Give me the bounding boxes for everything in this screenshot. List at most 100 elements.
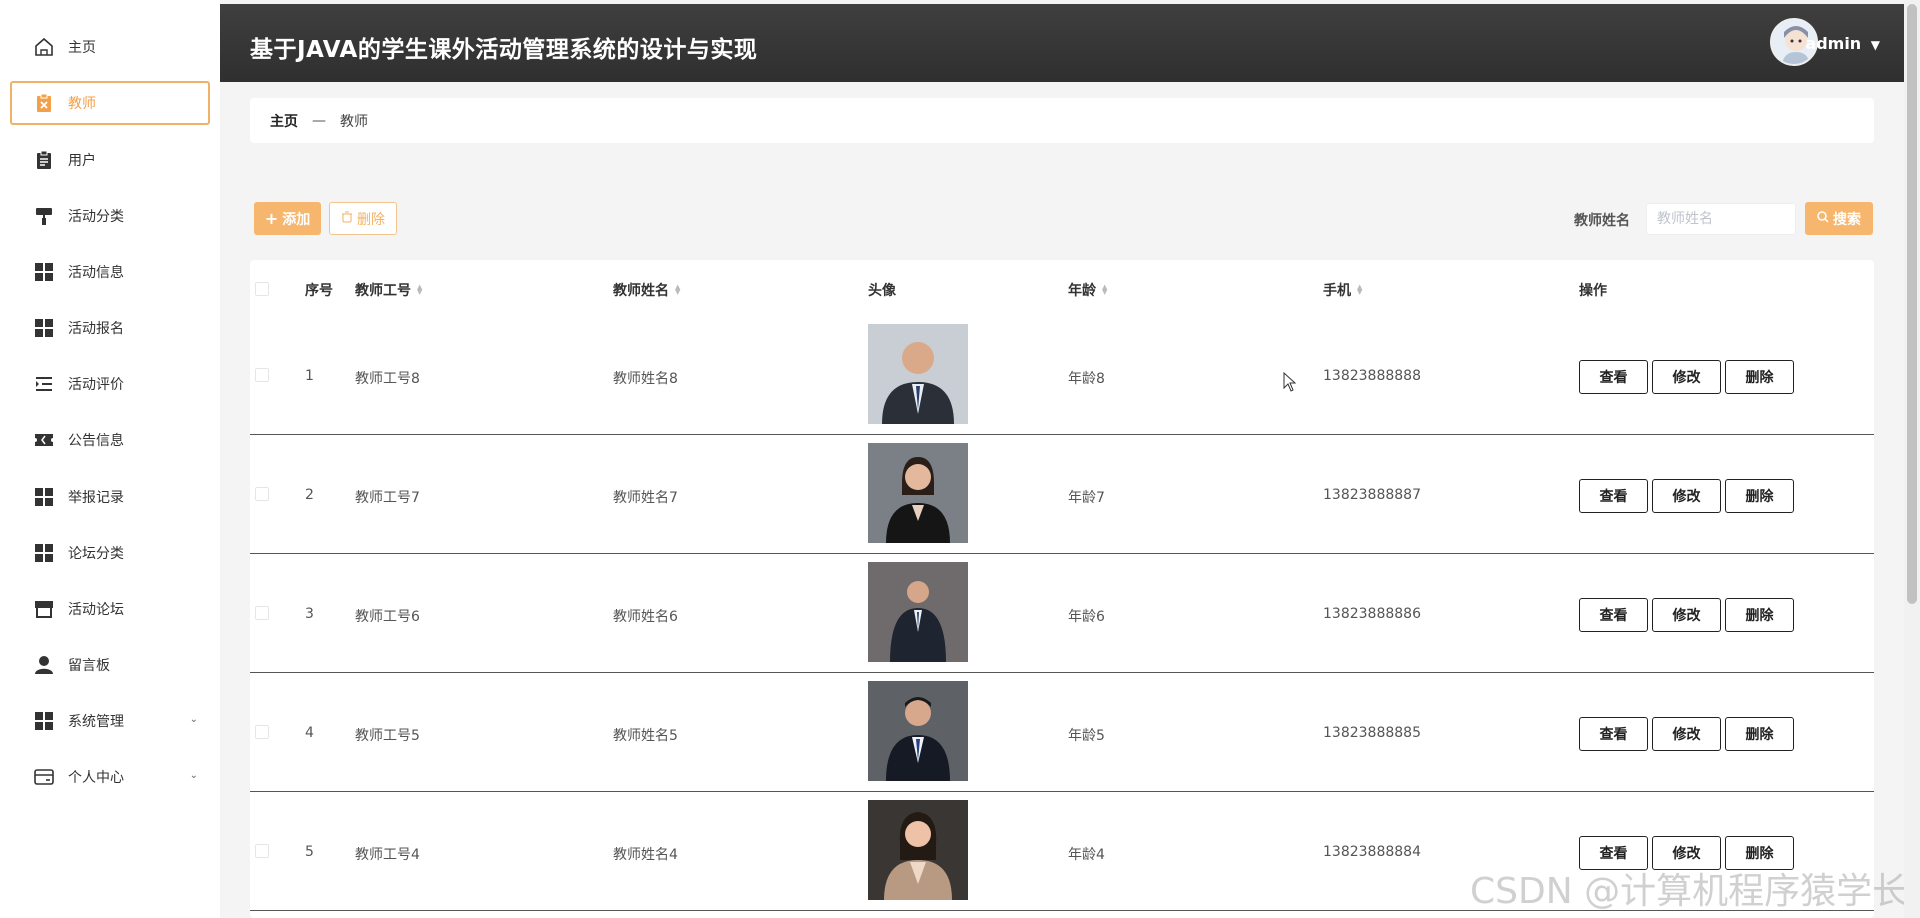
sidebar-item-label: 公告信息 — [68, 433, 124, 449]
cell-age: 年龄8 — [1068, 371, 1105, 387]
cell-teacher-name: 教师姓名7 — [613, 490, 678, 506]
sort-icon[interactable]: ▲ ▼ — [1102, 284, 1107, 296]
sidebar-item-activity-info[interactable]: 活动信息 — [10, 250, 210, 294]
cell-phone: 13823888887 — [1323, 487, 1421, 503]
cell-index: 5 — [305, 844, 314, 860]
clipboard-icon — [33, 149, 55, 171]
breadcrumb-home[interactable]: 主页 — [270, 111, 298, 131]
row-checkbox[interactable] — [255, 606, 269, 620]
home-icon — [33, 36, 55, 58]
cell-teacher-name: 教师姓名4 — [613, 847, 678, 863]
view-button[interactable]: 查看 — [1579, 360, 1648, 394]
teacher-name-search-input[interactable] — [1646, 203, 1796, 235]
edit-button[interactable]: 修改 — [1652, 479, 1721, 513]
sidebar-item-system-manage[interactable]: 系统管理 ⌄ — [10, 699, 210, 743]
delete-button[interactable]: 删除 — [1725, 717, 1794, 751]
mouse-cursor-icon — [1283, 371, 1297, 396]
user-icon — [33, 654, 55, 676]
cell-age: 年龄7 — [1068, 490, 1105, 506]
sidebar-item-activity-review[interactable]: 活动评价 — [10, 362, 210, 406]
breadcrumb-current: 教师 — [340, 113, 368, 130]
top-header: 基于JAVA的学生课外活动管理系统的设计与实现 admin ▼ — [220, 4, 1904, 82]
sidebar-item-forum[interactable]: 活动论坛 — [10, 587, 210, 631]
user-menu[interactable]: admin ▼ — [1805, 34, 1880, 53]
delete-button[interactable]: 删除 — [1725, 598, 1794, 632]
sidebar-item-home[interactable]: 主页 — [10, 25, 210, 69]
sidebar-item-report[interactable]: 举报记录 — [10, 475, 210, 519]
header-teacher-no[interactable]: 教师工号 ▲ ▼ — [355, 280, 422, 300]
sort-icon[interactable]: ▲ ▼ — [417, 284, 422, 296]
header-avatar: 头像 — [868, 280, 896, 300]
sidebar-item-notice[interactable]: 公告信息 — [10, 418, 210, 462]
cell-index: 1 — [305, 368, 314, 384]
row-checkbox[interactable] — [255, 487, 269, 501]
cell-phone: 13823888886 — [1323, 606, 1421, 622]
view-button[interactable]: 查看 — [1579, 598, 1648, 632]
sidebar-item-forum-category[interactable]: 论坛分类 — [10, 531, 210, 575]
sidebar-item-activity-category[interactable]: 活动分类 — [10, 194, 210, 238]
app-title: 基于JAVA的学生课外活动管理系统的设计与实现 — [250, 37, 758, 63]
view-button[interactable]: 查看 — [1579, 717, 1648, 751]
cell-teacher-no: 教师工号6 — [355, 609, 420, 625]
batch-delete-button[interactable]: 删除 — [329, 202, 397, 235]
sidebar-item-label: 教师 — [68, 96, 96, 112]
scrollbar-thumb[interactable] — [1907, 4, 1917, 604]
row-checkbox[interactable] — [255, 368, 269, 382]
sidebar-item-label: 活动报名 — [68, 321, 124, 337]
teacher-photo — [868, 324, 968, 424]
header-avatar-label: 头像 — [868, 283, 896, 299]
chevron-down-icon: ⌄ — [189, 714, 198, 725]
trash-icon — [341, 211, 353, 227]
watermark: CSDN @计算机程序猿学长 — [1470, 871, 1909, 912]
search-label: 教师姓名 — [1574, 213, 1630, 229]
sidebar-item-message-board[interactable]: 留言板 — [10, 643, 210, 687]
teacher-photo — [868, 562, 968, 662]
row-checkbox[interactable] — [255, 844, 269, 858]
search-button[interactable]: 搜索 — [1805, 202, 1873, 235]
header-age[interactable]: 年龄 ▲ ▼ — [1068, 280, 1107, 300]
cell-teacher-name: 教师姓名5 — [613, 728, 678, 744]
sidebar-item-activity-signup[interactable]: 活动报名 — [10, 306, 210, 350]
sidebar-item-label: 用户 — [68, 153, 96, 169]
sidebar-item-label: 论坛分类 — [68, 546, 124, 562]
cell-phone: 13823888885 — [1323, 725, 1421, 741]
select-all-checkbox[interactable] — [255, 282, 269, 296]
row-checkbox[interactable] — [255, 725, 269, 739]
sort-icon[interactable]: ▲ ▼ — [1357, 284, 1362, 296]
list-indent-icon — [33, 373, 55, 395]
edit-button[interactable]: 修改 — [1652, 598, 1721, 632]
sidebar-item-label: 主页 — [68, 40, 96, 56]
delete-button[interactable]: 删除 — [1725, 360, 1794, 394]
sidebar-item-label: 活动评价 — [68, 377, 124, 393]
teacher-photo — [868, 443, 968, 543]
cell-phone: 13823888888 — [1323, 368, 1421, 384]
cell-index: 3 — [305, 606, 314, 622]
chevron-down-icon: ⌄ — [189, 770, 198, 781]
cell-teacher-no: 教师工号7 — [355, 490, 420, 506]
paint-roller-icon — [33, 205, 55, 227]
table-row: 3 教师工号6 教师姓名6 年龄6 13823888886 查看 修改 删除 — [250, 554, 1874, 673]
sidebar-item-label: 活动论坛 — [68, 602, 124, 618]
header-phone-label: 手机 — [1323, 283, 1351, 299]
grid-icon — [33, 261, 55, 283]
add-button[interactable]: + 添加 — [254, 202, 321, 235]
cell-age: 年龄4 — [1068, 847, 1105, 863]
cell-teacher-no: 教师工号5 — [355, 728, 420, 744]
view-button[interactable]: 查看 — [1579, 479, 1648, 513]
table-row: 1 教师工号8 教师姓名8 年龄8 13823888888 查看 修改 删除 — [250, 316, 1874, 435]
sidebar-item-personal-center[interactable]: 个人中心 ⌄ — [10, 755, 210, 799]
grid-icon — [33, 710, 55, 732]
cell-teacher-no: 教师工号4 — [355, 847, 420, 863]
header-phone[interactable]: 手机 ▲ ▼ — [1323, 280, 1362, 300]
table-row: 4 教师工号5 教师姓名5 年龄5 13823888885 查看 修改 删除 — [250, 673, 1874, 792]
header-teacher-name[interactable]: 教师姓名 ▲ ▼ — [613, 280, 680, 300]
ticket-icon — [33, 429, 55, 451]
edit-button[interactable]: 修改 — [1652, 360, 1721, 394]
edit-button[interactable]: 修改 — [1652, 717, 1721, 751]
delete-button[interactable]: 删除 — [1725, 479, 1794, 513]
sidebar-item-label: 活动分类 — [68, 209, 124, 225]
sidebar-item-teacher[interactable]: 教师 — [10, 81, 210, 125]
sort-icon[interactable]: ▲ ▼ — [675, 284, 680, 296]
sidebar-item-user[interactable]: 用户 — [10, 138, 210, 182]
sidebar-item-label: 系统管理 — [68, 714, 124, 730]
